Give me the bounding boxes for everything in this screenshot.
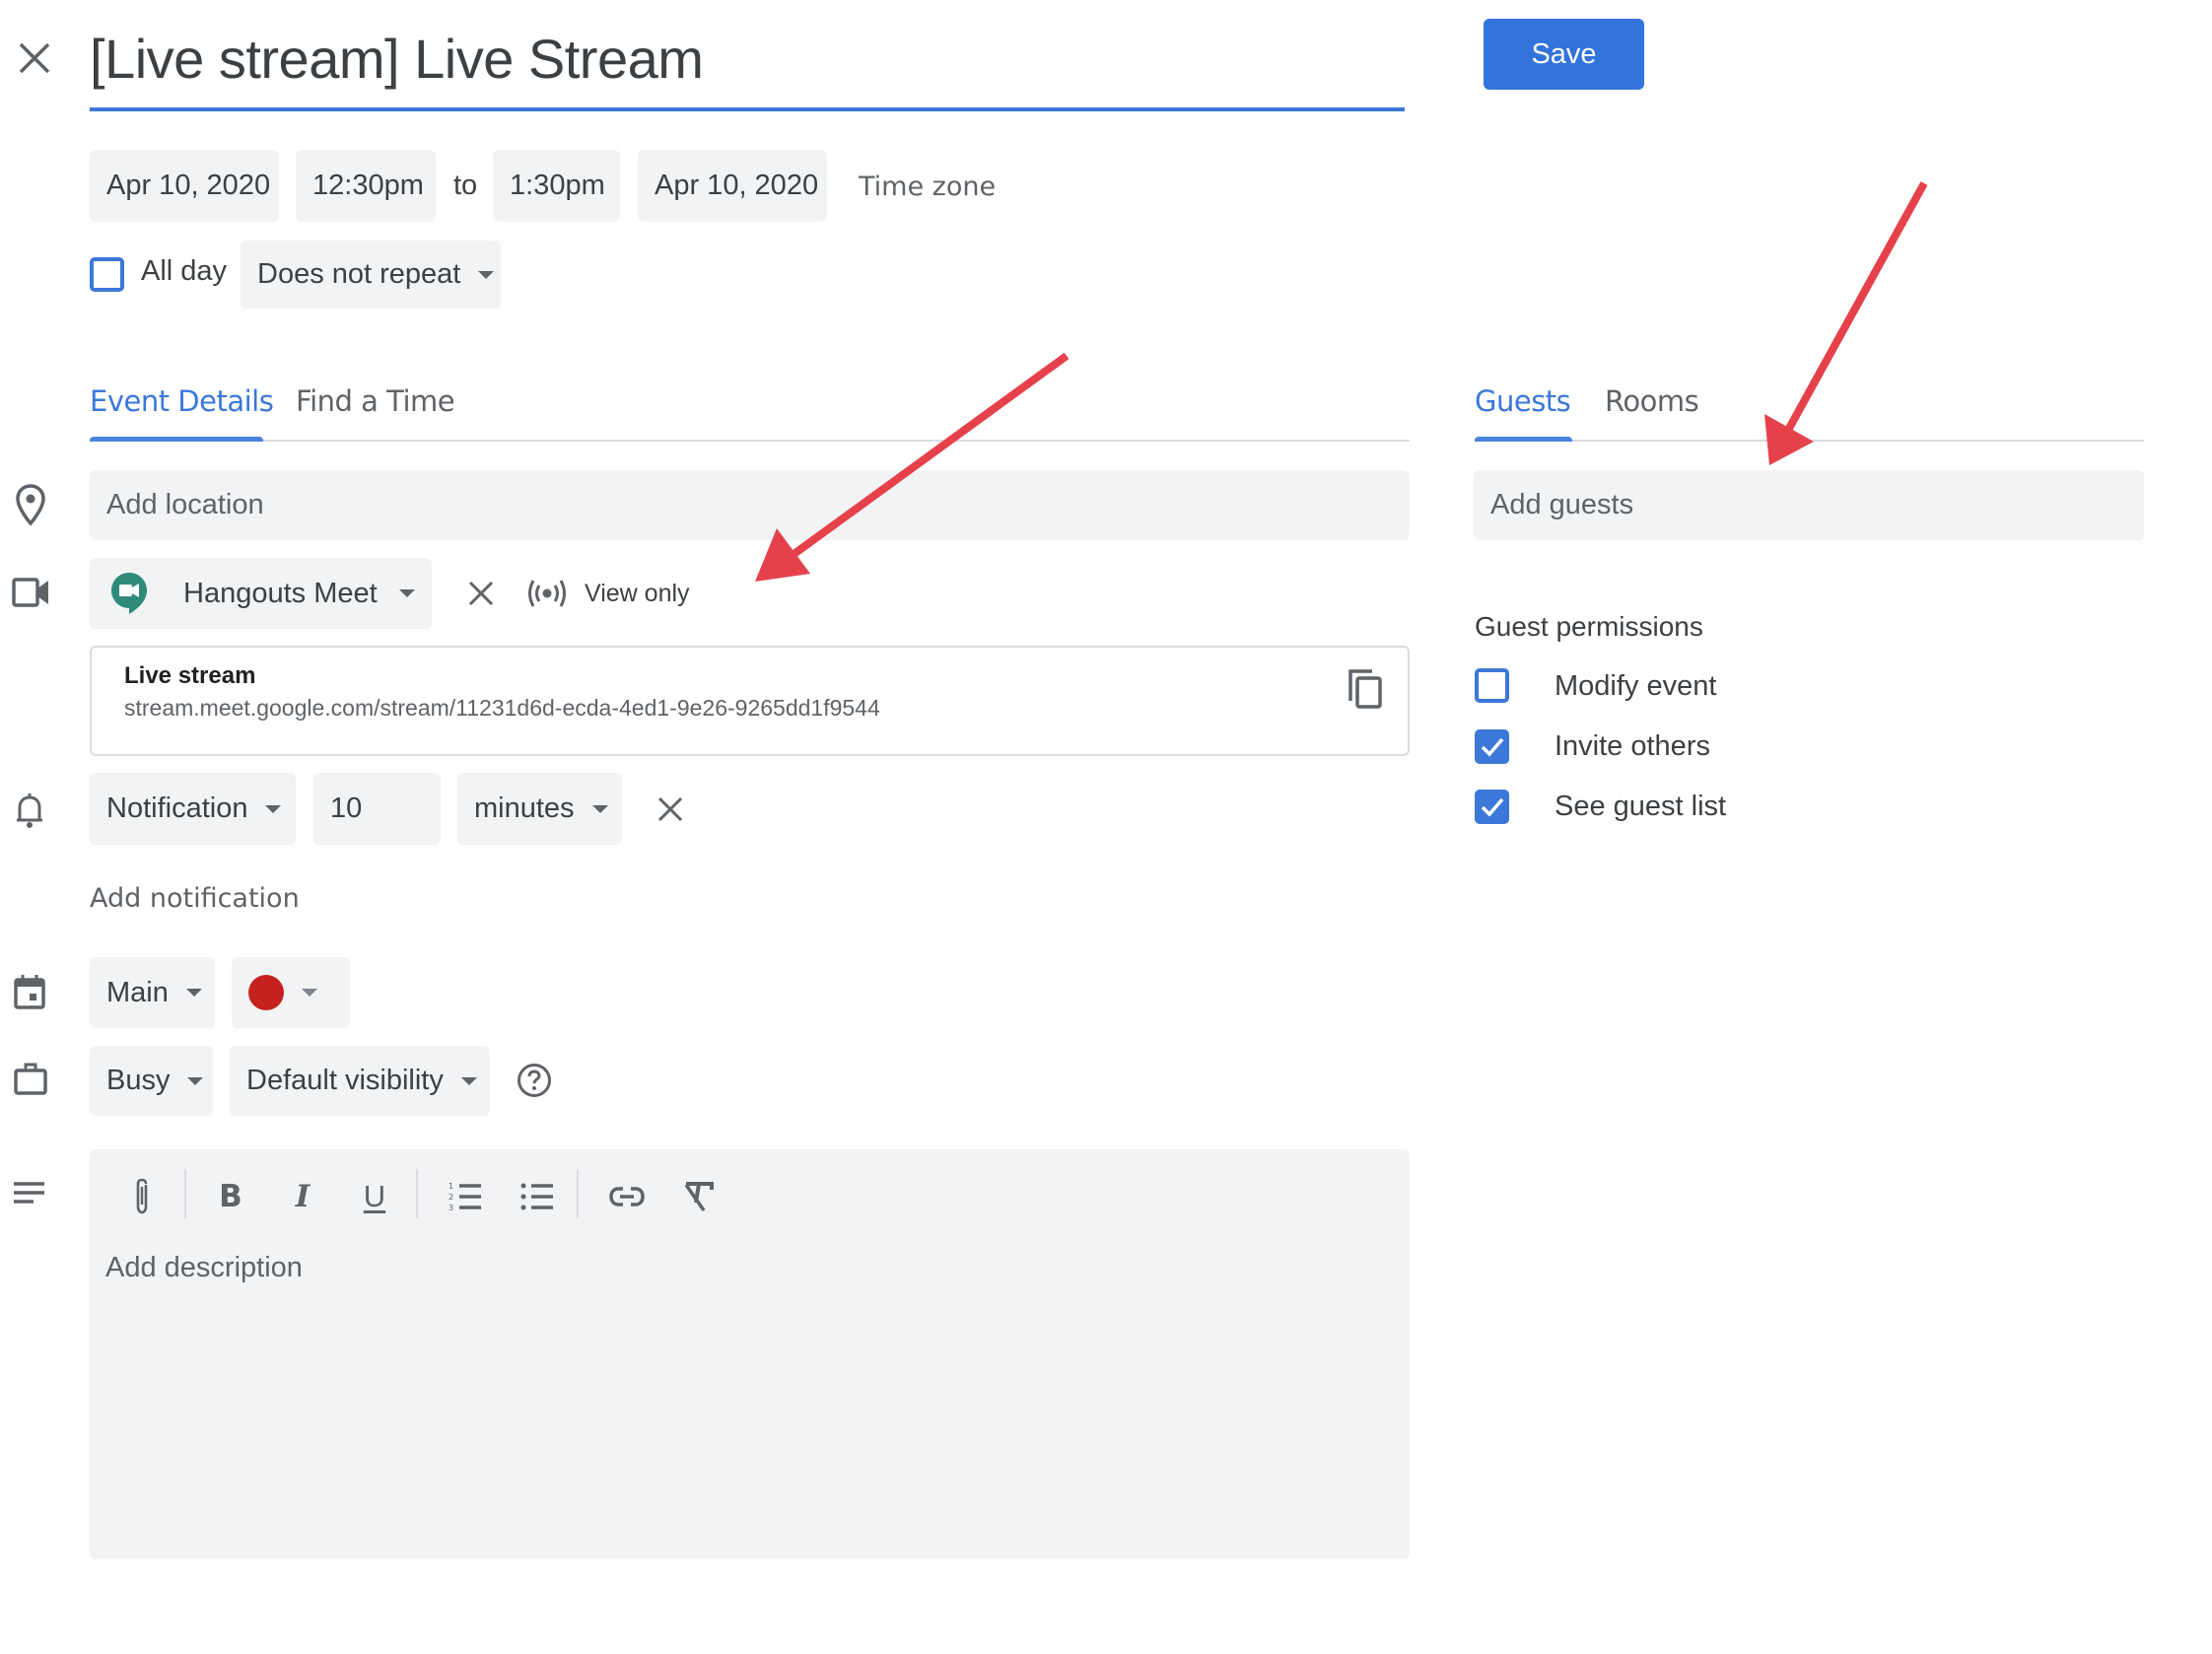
- annotation-arrows: [755, 181, 1928, 582]
- annotation-arrow-add-guests: [1764, 181, 1928, 465]
- annotation-arrow-view-only: [755, 352, 1070, 582]
